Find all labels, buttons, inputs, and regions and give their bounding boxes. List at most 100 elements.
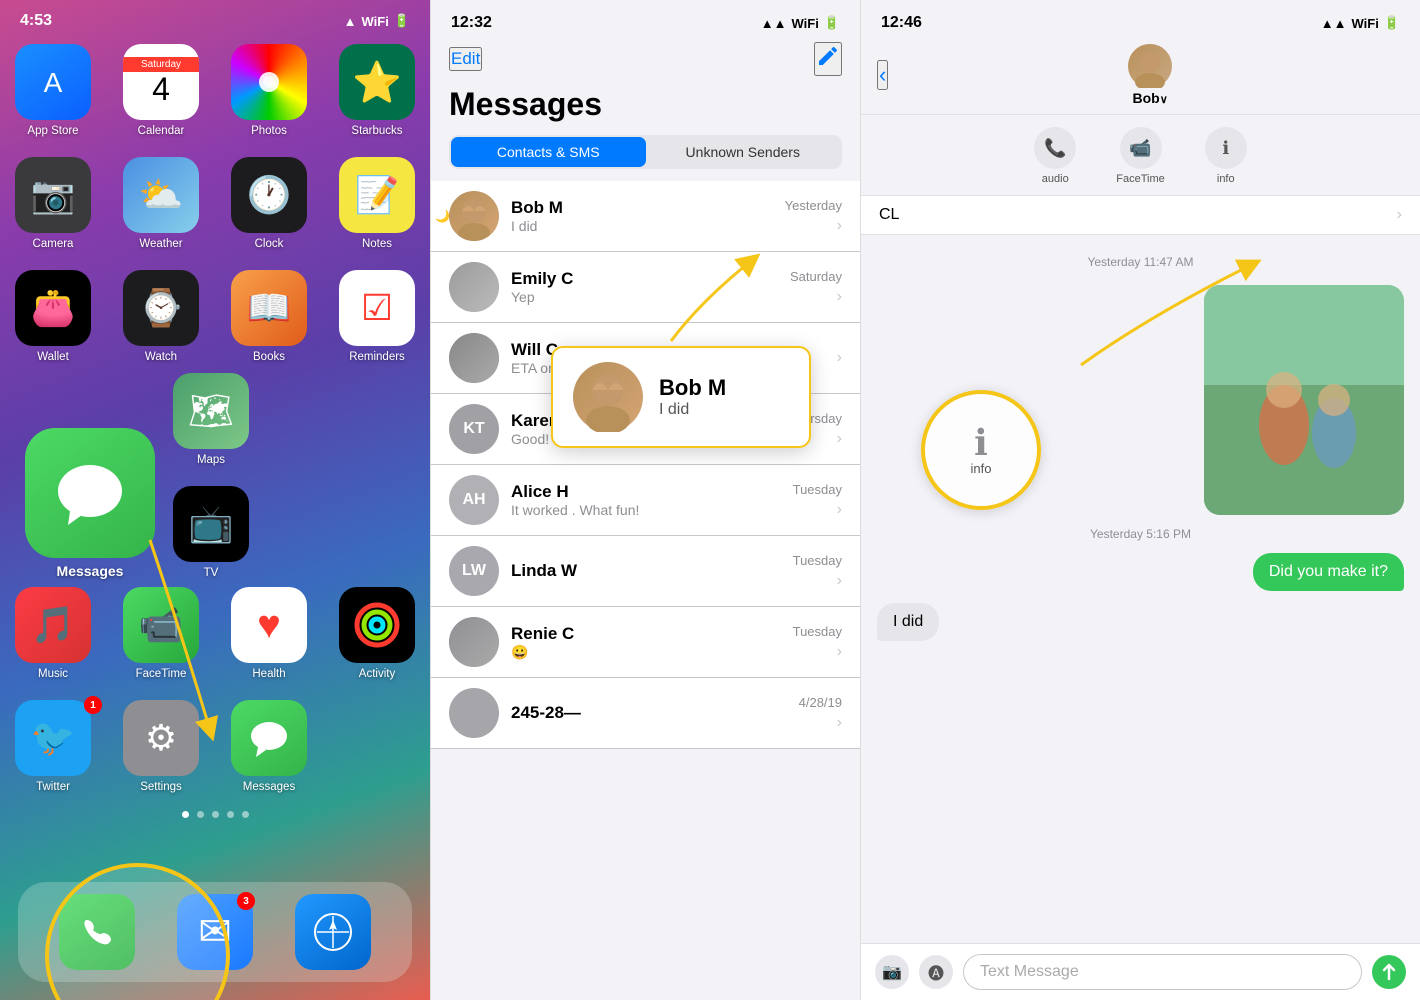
karen-chevron: › xyxy=(837,430,842,448)
245-date: 4/28/19 xyxy=(799,695,842,710)
messages-title: Messages xyxy=(431,84,860,135)
notes-label: Notes xyxy=(362,238,392,250)
segment-unknown[interactable]: Unknown Senders xyxy=(646,137,841,167)
bob-popup: Bob M I did xyxy=(551,346,811,448)
sent-message-container: Did you make it? xyxy=(877,553,1404,591)
conversation-emily[interactable]: Emily C Yep Saturday › xyxy=(431,252,860,323)
alice-chevron: › xyxy=(837,501,842,519)
battery-icon: 🔋 xyxy=(394,13,410,29)
emily-date: Saturday xyxy=(790,269,842,284)
health-label: Health xyxy=(252,668,285,680)
sent-bubble: Did you make it? xyxy=(1253,553,1404,591)
bob-popup-info: Bob M I did xyxy=(659,375,726,419)
appstore-label: App Store xyxy=(27,125,78,137)
conversation-renie[interactable]: Renie C 😀 Tuesday › xyxy=(431,607,860,678)
dock-mail[interactable]: ✉ 3 xyxy=(177,894,253,970)
app-notes[interactable]: 📝 Notes xyxy=(332,157,422,250)
page-dots xyxy=(0,811,430,818)
tv-icon: 📺 xyxy=(173,486,249,562)
received-message-container: I did xyxy=(877,603,1404,641)
send-button[interactable] xyxy=(1372,955,1406,989)
will-avatar xyxy=(449,333,499,383)
app-starbucks[interactable]: ⭐ Starbucks xyxy=(332,44,422,137)
app-settings[interactable]: ⚙ Settings xyxy=(116,700,206,793)
dot-4 xyxy=(227,811,234,818)
app-camera[interactable]: 📷 Camera xyxy=(8,157,98,250)
cl-text: CL xyxy=(879,206,899,224)
app-messages-large[interactable]: Messages xyxy=(25,428,155,579)
weather-icon: ⛅ xyxy=(123,157,199,233)
app-twitter[interactable]: 🐦 1 Twitter xyxy=(8,700,98,793)
linda-name: Linda W xyxy=(511,561,781,581)
action-audio[interactable]: 📞 audio xyxy=(1034,127,1076,185)
starbucks-icon: ⭐ xyxy=(339,44,415,120)
conversation-linda[interactable]: LW Linda W Tuesday › xyxy=(431,536,860,607)
conversation-bob[interactable]: 🌙 Bob M I did Yesterday › xyxy=(431,181,860,252)
app-watch[interactable]: ⌚ Watch xyxy=(116,270,206,363)
wallet-label: Wallet xyxy=(37,351,69,363)
received-bubble: I did xyxy=(877,603,939,641)
cl-row[interactable]: CL › xyxy=(861,196,1420,235)
reminders-label: Reminders xyxy=(349,351,405,363)
bob-popup-name: Bob M xyxy=(659,375,726,401)
app-calendar[interactable]: Saturday 4 Calendar xyxy=(116,44,206,137)
convo-actions: 📞 audio 📹 FaceTime ℹ info xyxy=(861,115,1420,196)
convo-input-row: 📷 🅐 Text Message xyxy=(861,943,1420,1000)
app-clock[interactable]: 🕐 Clock xyxy=(224,157,314,250)
facetime-action-label: FaceTime xyxy=(1116,173,1165,185)
appstore-input-button[interactable]: 🅐 xyxy=(919,955,953,989)
245-right: 4/28/19 › xyxy=(799,695,842,732)
app-messages2[interactable]: Messages xyxy=(224,700,314,793)
action-info[interactable]: ℹ info xyxy=(1205,127,1247,185)
app-weather[interactable]: ⛅ Weather xyxy=(116,157,206,250)
conversation-alice[interactable]: AH Alice H It worked . What fun! Tuesday… xyxy=(431,465,860,536)
segment-control: Contacts & SMS Unknown Senders xyxy=(449,135,842,169)
convo-battery-icon: 🔋 xyxy=(1384,15,1400,31)
signal-bars-icon: ▲▲ xyxy=(761,16,787,31)
activity-icon xyxy=(339,587,415,663)
wifi-icon2: WiFi xyxy=(791,16,818,31)
app-music[interactable]: 🎵 Music xyxy=(8,587,98,680)
facetime-label: FaceTime xyxy=(136,668,187,680)
edit-button[interactable]: Edit xyxy=(449,47,482,71)
dock-safari[interactable] xyxy=(295,894,371,970)
apps-row5: 🎵 Music 📹 FaceTime ♥ Health xyxy=(0,587,430,803)
facetime-action-icon: 📹 xyxy=(1120,127,1162,169)
conversation-245[interactable]: 245-28— 4/28/19 › xyxy=(431,678,860,749)
messages-large-label: Messages xyxy=(57,563,124,579)
app-maps[interactable]: 🗺 Maps xyxy=(173,373,249,466)
books-icon: 📖 xyxy=(231,270,307,346)
battery-icon2: 🔋 xyxy=(824,15,840,31)
app-tv[interactable]: 📺 TV xyxy=(173,486,249,579)
back-button[interactable]: ‹ xyxy=(877,60,888,90)
weather-label: Weather xyxy=(139,238,182,250)
audio-label: audio xyxy=(1042,173,1069,185)
will-chevron: › xyxy=(837,349,842,367)
bob-name: Bob M xyxy=(511,198,773,218)
segment-contacts[interactable]: Contacts & SMS xyxy=(451,137,646,167)
health-icon: ♥ xyxy=(231,587,307,663)
app-activity[interactable]: Activity xyxy=(332,587,422,680)
camera-input-button[interactable]: 📷 xyxy=(875,955,909,989)
emily-chevron: › xyxy=(837,288,842,306)
app-health[interactable]: ♥ Health xyxy=(224,587,314,680)
info-circle-label: info xyxy=(971,461,992,476)
app-books[interactable]: 📖 Books xyxy=(224,270,314,363)
sent-photo xyxy=(1204,285,1404,515)
app-appstore[interactable]: A App Store xyxy=(8,44,98,137)
245-chevron: › xyxy=(837,714,842,732)
messages-status-bar: 12:32 ▲▲ WiFi 🔋 xyxy=(431,0,860,38)
compose-button[interactable] xyxy=(814,42,842,76)
renie-avatar xyxy=(449,617,499,667)
app-facetime[interactable]: 📹 FaceTime xyxy=(116,587,206,680)
action-facetime[interactable]: 📹 FaceTime xyxy=(1116,127,1165,185)
watch-icon: ⌚ xyxy=(123,270,199,346)
dock-phone[interactable] xyxy=(59,894,135,970)
app-photos[interactable]: Photos xyxy=(224,44,314,137)
dot-2 xyxy=(197,811,204,818)
timestamp1: Yesterday 11:47 AM xyxy=(877,255,1404,269)
message-input[interactable]: Text Message xyxy=(963,954,1362,990)
app-reminders[interactable]: ☑ Reminders xyxy=(332,270,422,363)
app-wallet[interactable]: 👛 Wallet xyxy=(8,270,98,363)
contact-name: Bob∨ xyxy=(1133,90,1168,106)
